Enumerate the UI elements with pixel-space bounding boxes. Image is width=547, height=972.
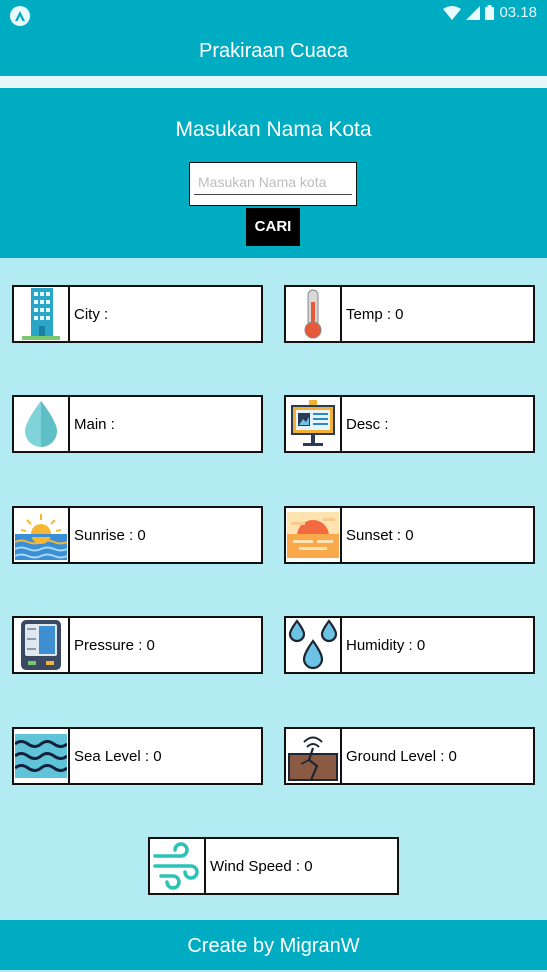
sunset-card: Sunset : 0 — [284, 506, 535, 564]
search-panel: Masukan Nama Kota CARI — [0, 88, 547, 258]
temp-label: Temp : 0 — [346, 305, 404, 323]
sunrise-card: Sunrise : 0 — [12, 506, 263, 564]
city-label: City : — [74, 305, 109, 323]
footer-credit: Create by MigranW — [0, 920, 547, 970]
pressure-label: Pressure : 0 — [74, 636, 155, 654]
building-icon — [14, 287, 70, 341]
city-search-input[interactable] — [194, 169, 352, 195]
ground-level-label: Ground Level : 0 — [346, 747, 457, 765]
sunset-label: Sunset : 0 — [346, 526, 414, 544]
thermometer-icon — [286, 287, 342, 341]
city-card: City : — [12, 285, 263, 343]
sunset-icon — [286, 508, 342, 562]
humidity-card: Humidity : 0 — [284, 616, 535, 674]
signal-icon — [466, 5, 481, 20]
search-heading: Masukan Nama Kota — [175, 118, 372, 141]
status-indicators: 03.18 — [443, 4, 537, 21]
divider-strip — [0, 76, 547, 88]
pressure-monitor-icon — [14, 618, 70, 672]
app-bar-title: Prakiraan Cuaca — [0, 26, 547, 76]
main-card: Main : — [12, 395, 263, 453]
wind-icon — [150, 839, 206, 893]
pressure-card: Pressure : 0 — [12, 616, 263, 674]
wind-speed-card: Wind Speed : 0 — [148, 837, 399, 895]
temp-card: Temp : 0 — [284, 285, 535, 343]
sea-level-card: Sea Level : 0 — [12, 727, 263, 785]
search-button[interactable]: CARI — [246, 208, 300, 246]
status-bar: 03.18 — [0, 0, 547, 26]
humidity-label: Humidity : 0 — [346, 636, 426, 654]
status-time: 03.18 — [499, 4, 537, 21]
ground-crack-icon — [286, 729, 342, 783]
battery-icon — [485, 5, 495, 20]
sea-level-label: Sea Level : 0 — [74, 747, 162, 765]
humidity-drops-icon — [286, 618, 342, 672]
sea-waves-icon — [14, 729, 70, 783]
desc-label: Desc : — [346, 415, 389, 433]
city-input-container — [189, 162, 357, 206]
water-drop-icon — [14, 397, 70, 451]
wifi-icon — [443, 5, 462, 20]
sunrise-label: Sunrise : 0 — [74, 526, 146, 544]
app-notification-icon — [10, 6, 30, 26]
desc-card: Desc : — [284, 395, 535, 453]
wind-speed-label: Wind Speed : 0 — [210, 857, 313, 875]
ground-level-card: Ground Level : 0 — [284, 727, 535, 785]
main-label: Main : — [74, 415, 115, 433]
presentation-board-icon — [286, 397, 342, 451]
sunrise-icon — [14, 508, 70, 562]
